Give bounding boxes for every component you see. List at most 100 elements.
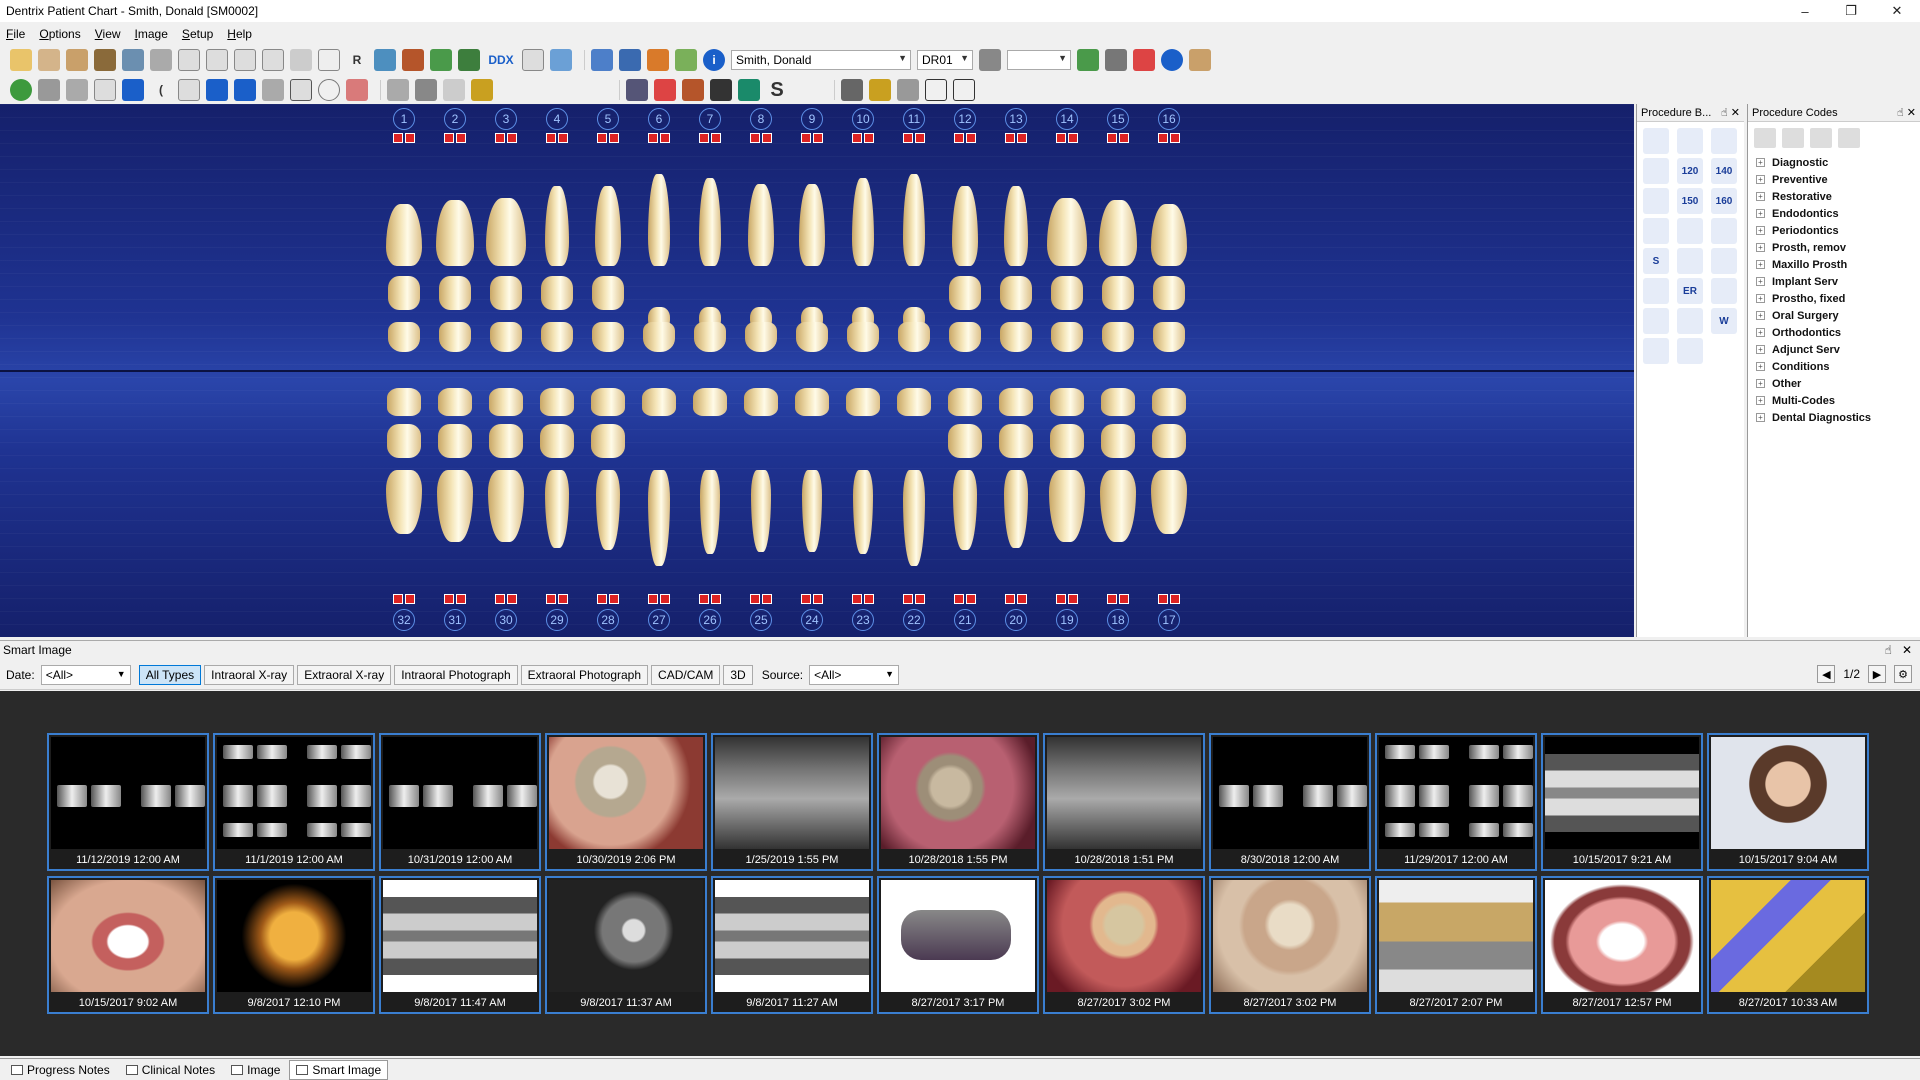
type-cadcam-button[interactable]: CAD/CAM <box>651 664 721 685</box>
upper-tooth-occlusal[interactable] <box>1051 276 1083 310</box>
proc-160-button[interactable]: 160 <box>1711 188 1737 214</box>
grid-red-icon[interactable] <box>654 79 676 101</box>
patient-select-icon[interactable] <box>591 49 613 71</box>
split-view-icon[interactable] <box>262 79 284 101</box>
procedure-category[interactable]: + Dental Diagnostics <box>1756 409 1920 426</box>
intraoral-photo-thumb[interactable]: 10/28/2018 1:55 PM <box>877 733 1039 871</box>
oval-icon[interactable] <box>318 79 340 101</box>
detail-view-icon[interactable] <box>1782 128 1804 148</box>
upper-tooth-lingual[interactable] <box>1102 322 1134 352</box>
intraoral-photo-thumb[interactable]: 10/30/2019 2:06 PM <box>545 733 707 871</box>
tooth-number[interactable]: 18 <box>1107 609 1129 631</box>
lower-tooth-occlusal[interactable] <box>591 424 625 458</box>
scan-3d-thumb[interactable]: 8/27/2017 3:17 PM <box>877 876 1039 1014</box>
lower-tooth-occlusal[interactable] <box>948 424 982 458</box>
tooth-number[interactable]: 26 <box>699 609 721 631</box>
expand-icon[interactable]: + <box>1756 362 1765 371</box>
procedure-category[interactable]: + Prostho, fixed <box>1756 290 1920 307</box>
crown-cad-thumb[interactable]: 8/27/2017 10:33 AM <box>1707 876 1869 1014</box>
tooth-number[interactable]: 17 <box>1158 609 1180 631</box>
procedure-category[interactable]: + Other <box>1756 375 1920 392</box>
ledger-icon[interactable] <box>66 49 88 71</box>
tooth-number[interactable]: 16 <box>1158 108 1180 130</box>
procedure-category[interactable]: + Maxillo Prosth <box>1756 256 1920 273</box>
lower-tooth-lingual[interactable] <box>642 388 676 416</box>
lower-tooth-lingual[interactable] <box>999 388 1033 416</box>
upper-tooth-lingual[interactable] <box>592 322 624 352</box>
screen-icon[interactable] <box>262 49 284 71</box>
expand-icon[interactable]: + <box>1756 328 1765 337</box>
panoramic-thumb[interactable]: 9/8/2017 11:47 AM <box>379 876 541 1014</box>
tooth-number[interactable]: 6 <box>648 108 670 130</box>
notes-icon[interactable] <box>38 49 60 71</box>
upper-tooth-facial[interactable] <box>595 186 621 266</box>
tooth-number[interactable]: 25 <box>750 609 772 631</box>
clipboard-icon[interactable] <box>1189 49 1211 71</box>
appointment-icon[interactable] <box>619 49 641 71</box>
upper-tooth-lingual[interactable] <box>439 322 471 352</box>
fmx-thumb[interactable]: 11/1/2019 12:00 AM <box>213 733 375 871</box>
expand-icon[interactable]: + <box>1756 311 1765 320</box>
list-view-icon[interactable] <box>1754 128 1776 148</box>
table-icon[interactable] <box>925 79 947 101</box>
upper-tooth-facial[interactable] <box>952 186 978 266</box>
tooth-number[interactable]: 9 <box>801 108 823 130</box>
tooth-tool-icon[interactable] <box>1810 128 1832 148</box>
panoramic-thumb[interactable]: 9/8/2017 11:27 AM <box>711 876 873 1014</box>
form2-icon[interactable] <box>206 49 228 71</box>
type-extraoral-xray-button[interactable]: Extraoral X-ray <box>297 664 392 685</box>
refresh-icon[interactable] <box>10 79 32 101</box>
upper-tooth-facial[interactable] <box>1047 198 1087 266</box>
expand-icon[interactable]: + <box>1756 158 1765 167</box>
upper-tooth-lingual[interactable] <box>898 322 930 352</box>
upper-tooth-occlusal[interactable] <box>388 276 420 310</box>
tooth-number[interactable]: 3 <box>495 108 517 130</box>
upper-tooth-lingual[interactable] <box>643 322 675 352</box>
family-file-icon[interactable] <box>94 49 116 71</box>
denture2-button-icon[interactable] <box>1677 308 1703 334</box>
upper-tooth-facial[interactable] <box>1099 200 1137 266</box>
camera-icon[interactable] <box>1077 49 1099 71</box>
upper-tooth-facial[interactable] <box>799 184 825 266</box>
layers-icon[interactable] <box>626 79 648 101</box>
tooth-number[interactable]: 29 <box>546 609 568 631</box>
upper-tooth-lingual[interactable] <box>847 322 879 352</box>
lower-tooth-lingual[interactable] <box>948 388 982 416</box>
status-selector[interactable]: ▼ <box>1007 50 1071 70</box>
glasses-icon[interactable] <box>458 49 480 71</box>
lower-tooth-lingual[interactable] <box>438 388 472 416</box>
tooth-number[interactable]: 11 <box>903 108 925 130</box>
verify-icon[interactable] <box>1161 49 1183 71</box>
close-icon[interactable]: ✕ <box>1902 643 1912 657</box>
xray-button-icon[interactable] <box>1677 218 1703 244</box>
bitewing-thumb[interactable]: 8/30/2018 12:00 AM <box>1209 733 1371 871</box>
tree-icon[interactable] <box>430 49 452 71</box>
qr-icon[interactable] <box>738 79 760 101</box>
list-icon[interactable] <box>290 49 312 71</box>
chart-view-icon[interactable] <box>290 79 312 101</box>
ddx-icon[interactable]: DDX <box>486 49 516 71</box>
source-filter[interactable]: <All> ▼ <box>809 664 900 685</box>
upper-tooth-lingual[interactable] <box>796 322 828 352</box>
menu-help[interactable]: Help <box>227 27 252 41</box>
expand-icon[interactable]: + <box>1756 396 1765 405</box>
upper-tooth-facial[interactable] <box>545 186 569 266</box>
arch-photo-thumb[interactable]: 8/27/2017 12:57 PM <box>1541 876 1703 1014</box>
upper-tooth-occlusal[interactable] <box>1000 276 1032 310</box>
table2-icon[interactable] <box>953 79 975 101</box>
periapical-thumb[interactable]: 1/25/2019 1:55 PM <box>711 733 873 871</box>
procedure-category[interactable]: + Implant Serv <box>1756 273 1920 290</box>
tooth-view-icon[interactable] <box>206 79 228 101</box>
lower-tooth-lingual[interactable] <box>1050 388 1084 416</box>
picture-icon[interactable] <box>647 49 669 71</box>
patient-button-icon[interactable] <box>1643 278 1669 304</box>
tab-progress-notes[interactable]: Progress Notes <box>4 1060 117 1080</box>
upper-tooth-facial[interactable] <box>748 184 774 266</box>
bitewing-thumb[interactable]: 11/12/2019 12:00 AM <box>47 733 209 871</box>
eraser2-icon[interactable] <box>178 79 200 101</box>
patient-selector[interactable]: Smith, Donald ▼ <box>731 50 911 70</box>
lower-tooth-occlusal[interactable] <box>999 424 1033 458</box>
procedure-category[interactable]: + Orthodontics <box>1756 324 1920 341</box>
upper-tooth-lingual[interactable] <box>1000 322 1032 352</box>
wand-icon[interactable] <box>374 49 396 71</box>
